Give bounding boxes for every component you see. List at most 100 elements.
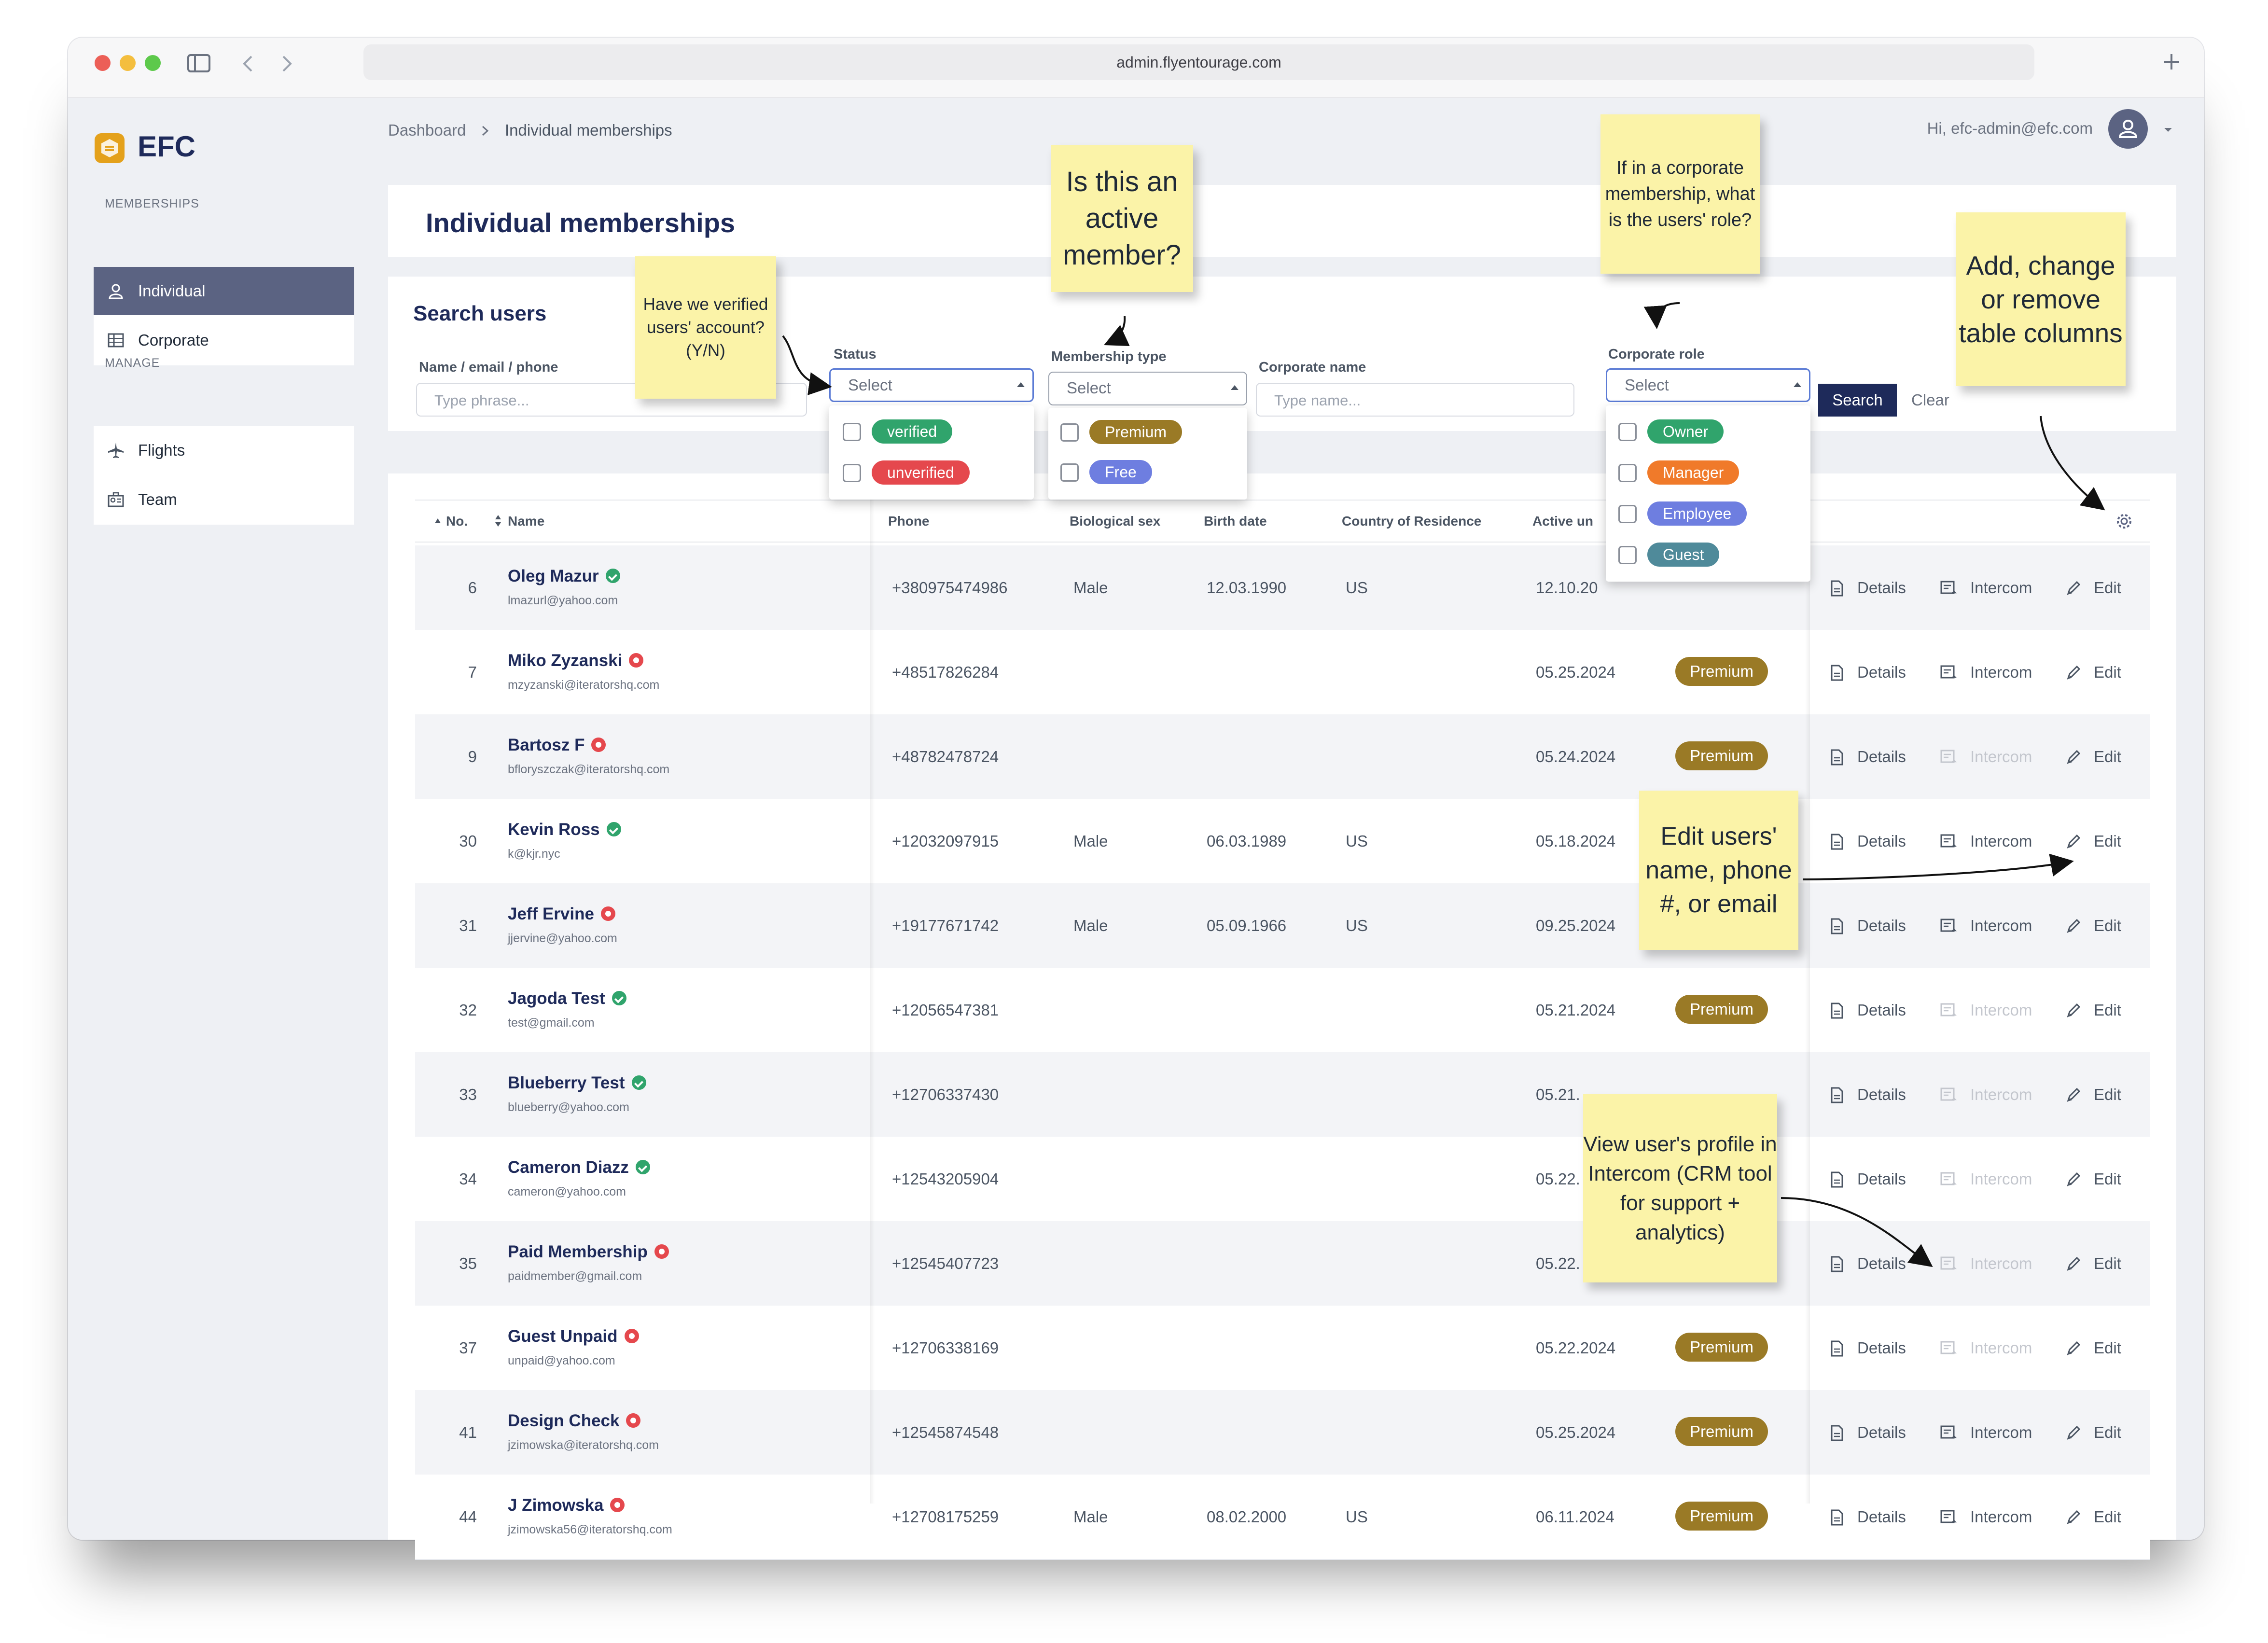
edit-link[interactable]: Edit — [2066, 1052, 2121, 1137]
breadcrumb-dashboard[interactable]: Dashboard — [388, 121, 466, 139]
table-row[interactable]: 44 J Zimowska jzimowska56@iteratorshq.com +… — [415, 1475, 2150, 1560]
edit-link[interactable]: Edit — [2066, 883, 2121, 968]
owner-checkbox[interactable] — [1618, 423, 1637, 441]
edit-link[interactable]: Edit — [2066, 1390, 2121, 1475]
minimize-window-button[interactable] — [120, 55, 136, 71]
verified-pill[interactable]: verified — [872, 419, 953, 444]
free-pill[interactable]: Free — [1089, 460, 1152, 484]
member-name[interactable]: Oleg Mazur — [508, 567, 620, 586]
sidebar-item-team[interactable]: Team — [94, 475, 354, 524]
edit-link[interactable]: Edit — [2066, 545, 2121, 630]
premium-checkbox[interactable] — [1060, 423, 1079, 442]
sidebar-item-flights[interactable]: Flights — [94, 426, 354, 474]
details-link[interactable]: Details — [1830, 968, 1906, 1052]
unverified-checkbox[interactable] — [843, 464, 861, 482]
corporate-role-select[interactable]: Select — [1606, 368, 1810, 402]
verified-checkbox[interactable] — [843, 423, 861, 441]
member-name[interactable]: Kevin Ross — [508, 820, 621, 839]
back-icon[interactable] — [242, 55, 254, 72]
member-name[interactable]: Cameron Diazz — [508, 1158, 650, 1177]
table-row[interactable]: 31 Jeff Ervine jjervine@yahoo.com +19177671… — [415, 883, 2150, 969]
table-row[interactable]: 30 Kevin Ross k@kjr.nyc +12032097915 Male 06.… — [415, 799, 2150, 884]
details-link[interactable]: Details — [1830, 545, 1906, 630]
details-link[interactable]: Details — [1830, 1475, 1906, 1559]
table-row[interactable]: 33 Blueberry Test blueberry@yahoo.com +1270… — [415, 1052, 2150, 1138]
intercom-link[interactable]: Intercom — [1940, 883, 2032, 968]
edit-link[interactable]: Edit — [2066, 1306, 2121, 1390]
details-link[interactable]: Details — [1830, 883, 1906, 968]
owner-pill[interactable]: Owner — [1647, 419, 1724, 444]
member-name[interactable]: J Zimowska — [508, 1496, 625, 1515]
edit-link[interactable]: Edit — [2066, 1137, 2121, 1221]
column-header-phone[interactable]: Phone — [888, 501, 930, 542]
membership-select[interactable]: Select — [1048, 372, 1247, 405]
column-header-birth-date[interactable]: Birth date — [1204, 501, 1267, 542]
details-link[interactable]: Details — [1830, 1390, 1906, 1475]
manager-checkbox[interactable] — [1618, 464, 1637, 482]
sort-icon[interactable] — [495, 514, 501, 528]
free-checkbox[interactable] — [1060, 463, 1079, 482]
edit-link[interactable]: Edit — [2066, 968, 2121, 1052]
table-row[interactable]: 6 Oleg Mazur lmazurl@yahoo.com +38097547498… — [415, 545, 2150, 631]
details-link[interactable]: Details — [1830, 630, 1906, 714]
column-settings-gear-icon[interactable] — [2115, 512, 2133, 530]
column-header-country[interactable]: Country of Residence — [1342, 501, 1481, 542]
member-name[interactable]: Design Check — [508, 1411, 641, 1431]
table-row[interactable]: 41 Design Check jzimowska@iteratorshq.com +… — [415, 1390, 2150, 1476]
employee-pill[interactable]: Employee — [1647, 501, 1747, 526]
intercom-link[interactable]: Intercom — [1940, 1390, 2032, 1475]
details-link[interactable]: Details — [1830, 1306, 1906, 1390]
unverified-pill[interactable]: unverified — [872, 460, 970, 485]
sidebar-item-individual[interactable]: Individual — [94, 267, 354, 315]
guest-checkbox[interactable] — [1618, 546, 1637, 564]
edit-link[interactable]: Edit — [2066, 799, 2121, 883]
details-link[interactable]: Details — [1830, 1137, 1906, 1221]
guest-pill[interactable]: Guest — [1647, 543, 1720, 567]
member-name[interactable]: Jeff Ervine — [508, 905, 615, 924]
maximize-window-button[interactable] — [145, 55, 161, 71]
forward-icon[interactable] — [280, 55, 293, 72]
table-row[interactable]: 35 Paid Membership paidmember@gmail.com +12… — [415, 1221, 2150, 1307]
sort-asc-icon[interactable] — [434, 518, 441, 524]
intercom-link[interactable]: Intercom — [1940, 630, 2032, 714]
column-header-sex[interactable]: Biological sex — [1070, 501, 1160, 542]
edit-link[interactable]: Edit — [2066, 1475, 2121, 1559]
status-select[interactable]: Select — [829, 368, 1034, 402]
search-button[interactable]: Search — [1818, 384, 1897, 417]
corporate-name-input[interactable]: Type name... — [1256, 383, 1574, 417]
edit-link[interactable]: Edit — [2066, 714, 2121, 799]
intercom-link[interactable]: Intercom — [1940, 1475, 2032, 1559]
sidebar-toggle-icon[interactable] — [187, 54, 210, 72]
table-row[interactable]: 37 Guest Unpaid unpaid@yahoo.com +127063381… — [415, 1306, 2150, 1391]
member-name[interactable]: Miko Zyzanski — [508, 651, 644, 670]
column-header-name[interactable]: Name — [508, 501, 544, 542]
member-name[interactable]: Blueberry Test — [508, 1073, 646, 1093]
table-row[interactable]: 32 Jagoda Test test@gmail.com +12056547381 0… — [415, 968, 2150, 1053]
details-link[interactable]: Details — [1830, 1052, 1906, 1137]
table-row[interactable]: 9 Bartosz F bfloryszczak@iteratorshq.com +4… — [415, 714, 2150, 800]
column-header-active-until[interactable]: Active un — [1532, 501, 1593, 542]
column-header-no[interactable]: No. — [446, 501, 468, 542]
edit-link[interactable]: Edit — [2066, 630, 2121, 714]
edit-link[interactable]: Edit — [2066, 1221, 2121, 1306]
intercom-link[interactable]: Intercom — [1940, 545, 2032, 630]
close-window-button[interactable] — [95, 55, 111, 71]
premium-pill[interactable]: Premium — [1089, 420, 1183, 444]
clear-button[interactable]: Clear — [1911, 384, 1949, 417]
avatar[interactable] — [2108, 109, 2148, 149]
new-tab-icon[interactable] — [2162, 52, 2181, 71]
details-link[interactable]: Details — [1830, 799, 1906, 883]
member-name[interactable]: Guest Unpaid — [508, 1327, 639, 1346]
manager-pill[interactable]: Manager — [1647, 460, 1739, 485]
member-name[interactable]: Paid Membership — [508, 1242, 669, 1262]
chevron-down-icon[interactable] — [2163, 127, 2173, 133]
url-bar[interactable]: admin.flyentourage.com — [363, 44, 2034, 80]
intercom-link[interactable]: Intercom — [1940, 799, 2032, 883]
member-name[interactable]: Bartosz F — [508, 736, 606, 755]
details-link[interactable]: Details — [1830, 1221, 1906, 1306]
employee-checkbox[interactable] — [1618, 505, 1637, 523]
table-row[interactable]: 7 Miko Zyzanski mzyzanski@iteratorshq.com +… — [415, 630, 2150, 715]
details-link[interactable]: Details — [1830, 714, 1906, 799]
table-row[interactable]: 34 Cameron Diazz cameron@yahoo.com +1254320… — [415, 1137, 2150, 1222]
member-name[interactable]: Jagoda Test — [508, 989, 626, 1008]
